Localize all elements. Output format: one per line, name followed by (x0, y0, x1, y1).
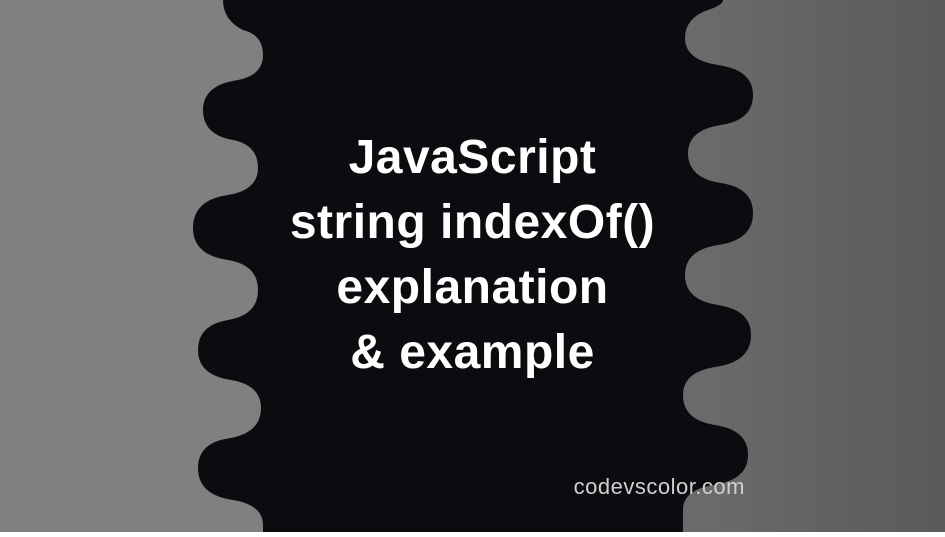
title-line-3: explanation (0, 256, 945, 321)
banner-title: JavaScript string indexOf() explanation … (0, 126, 945, 385)
watermark-text: codevscolor.com (574, 474, 745, 500)
title-line-1: JavaScript (0, 126, 945, 191)
title-line-4: & example (0, 321, 945, 386)
title-line-2: string indexOf() (0, 191, 945, 256)
banner-container: JavaScript string indexOf() explanation … (0, 0, 945, 532)
content-area: JavaScript string indexOf() explanation … (0, 146, 945, 385)
